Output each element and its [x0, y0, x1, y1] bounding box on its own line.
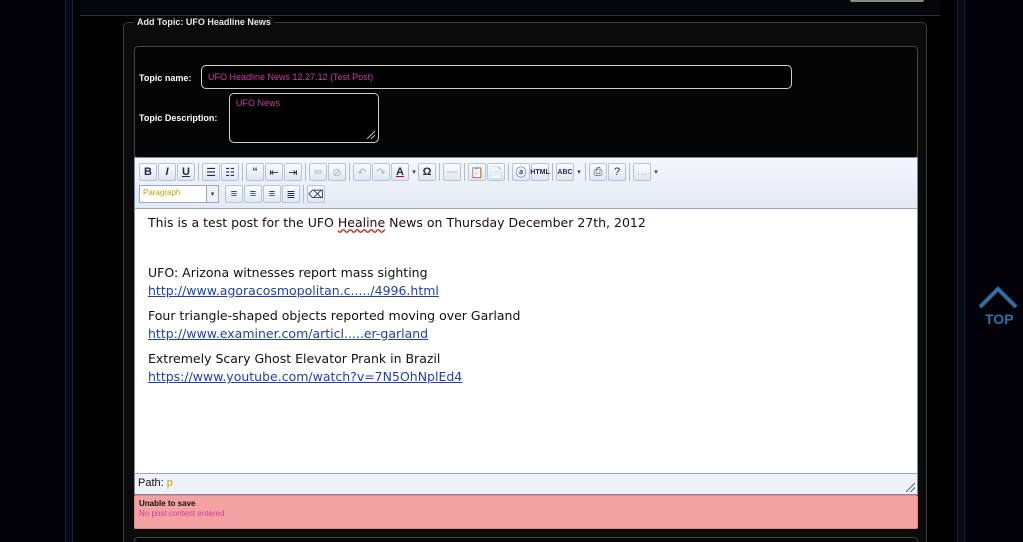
editor-toolbar: B I U ☰ ☷ “ ⇤ ⇥ ∞ ⊘ ↶ ↷ A ▾ Ω — 📋 📄 ⓐ HT…: [135, 158, 917, 209]
toolbar-row-2: Paragraph ▾ ≡ ≡ ≡ ≣ ⌫: [139, 184, 326, 204]
textarea-resize-grip[interactable]: [367, 131, 375, 139]
fieldset-legend: Add Topic: UFO Headline News: [134, 17, 274, 27]
spellcheck-button[interactable]: ABC: [556, 163, 574, 181]
path-label: Path:: [138, 477, 164, 489]
horizontal-rule-icon[interactable]: —: [443, 163, 461, 181]
path-value[interactable]: p: [167, 477, 173, 489]
chevron-up-icon: [978, 286, 1018, 309]
topic-description-textarea[interactable]: UFO News: [229, 93, 379, 143]
redo-icon[interactable]: ↷: [372, 163, 390, 181]
numbered-list-icon[interactable]: ☷: [221, 163, 239, 181]
top-button-edge[interactable]: [850, 0, 924, 2]
spellcheck-dropdown-icon[interactable]: ▾: [575, 163, 583, 181]
help-icon[interactable]: ?: [608, 163, 626, 181]
paste-text-icon[interactable]: 📋: [468, 163, 486, 181]
text-color-dropdown-icon[interactable]: ▾: [410, 163, 418, 181]
topic-name-input[interactable]: UFO Headline News 12.27.12 (Test Post): [201, 65, 792, 89]
format-select[interactable]: Paragraph ▾: [139, 185, 219, 203]
link-icon[interactable]: ∞: [309, 163, 327, 181]
top-band: [80, 0, 940, 16]
item-title-1: UFO: Arizona witnesses report mass sight…: [148, 265, 428, 280]
right-rail: [957, 0, 965, 542]
format-select-value: Paragraph: [143, 188, 181, 197]
bullet-list-icon[interactable]: ☰: [202, 163, 220, 181]
intro-paragraph: This is a test post for the UFO Healine …: [148, 215, 646, 230]
underline-button[interactable]: U: [177, 163, 195, 181]
error-message-box: Unable to save No post content entered: [134, 495, 918, 529]
item-title-2: Four triangle-shaped objects reported mo…: [148, 308, 521, 323]
align-justify-icon[interactable]: ≣: [282, 185, 300, 203]
align-center-icon[interactable]: ≡: [244, 185, 262, 203]
italic-button[interactable]: I: [158, 163, 176, 181]
text-color-button[interactable]: A: [391, 163, 409, 181]
next-section-box: [134, 537, 918, 542]
outdent-icon[interactable]: ⇤: [265, 163, 283, 181]
html-source-button[interactable]: HTML: [530, 163, 550, 181]
topic-description-label: Topic Description:: [139, 113, 218, 123]
special-char-button[interactable]: Ω: [418, 163, 436, 181]
rich-text-editor: B I U ☰ ☷ “ ⇤ ⇥ ∞ ⊘ ↶ ↷ A ▾ Ω — 📋 📄 ⓐ HT…: [134, 157, 918, 495]
topic-description-value: UFO News: [236, 98, 281, 108]
print-icon[interactable]: ⎙: [589, 163, 607, 181]
align-left-icon[interactable]: ≡: [225, 185, 243, 203]
item-title-3: Extremely Scary Ghost Elevator Prank in …: [148, 351, 441, 366]
more-dropdown-icon[interactable]: ▾: [652, 163, 660, 181]
item-link-2[interactable]: http://www.examiner.com/articl.....er-ga…: [148, 326, 428, 341]
toolbar-row-1: B I U ☰ ☷ “ ⇤ ⇥ ∞ ⊘ ↶ ↷ A ▾ Ω — 📋 📄 ⓐ HT…: [139, 162, 660, 182]
item-link-3[interactable]: https://www.youtube.com/watch?v=7N5OhNpl…: [148, 369, 462, 384]
align-right-icon[interactable]: ≡: [263, 185, 281, 203]
eraser-icon[interactable]: ⌫: [307, 185, 325, 203]
error-message: No post content entered: [139, 509, 225, 518]
chevron-down-icon: ▾: [206, 186, 218, 202]
topic-name-label: Topic name:: [139, 73, 192, 83]
editor-path-bar: Path: p: [135, 474, 917, 494]
back-to-top-label[interactable]: TOP: [985, 311, 1014, 327]
error-title: Unable to save: [139, 499, 196, 508]
undo-icon[interactable]: ↶: [353, 163, 371, 181]
paste-word-icon[interactable]: 📄: [487, 163, 505, 181]
editor-content-area[interactable]: This is a test post for the UFO Healine …: [135, 209, 917, 474]
anchor-icon[interactable]: ⓐ: [512, 163, 530, 181]
item-link-1[interactable]: http://www.agoracosmopolitan.c...../4996…: [148, 283, 439, 298]
indent-icon[interactable]: ⇥: [284, 163, 302, 181]
unlink-icon[interactable]: ⊘: [328, 163, 346, 181]
page: Add Topic: UFO Headline News Topic name:…: [0, 0, 1023, 542]
more-icon[interactable]: …: [633, 163, 651, 181]
editor-resize-grip[interactable]: [906, 483, 915, 492]
blockquote-button[interactable]: “: [246, 163, 264, 181]
left-rail: [65, 0, 73, 542]
misspelled-word: Healine: [337, 215, 386, 230]
bold-button[interactable]: B: [139, 163, 157, 181]
